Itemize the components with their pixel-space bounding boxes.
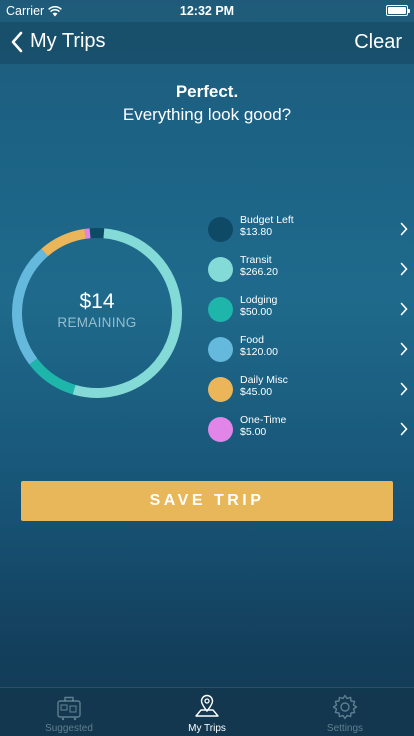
- legend-label: Transit: [240, 254, 272, 266]
- donut-center: $14 REMAINING: [10, 290, 184, 330]
- chevron-right-icon: [400, 422, 408, 436]
- tab-suggested[interactable]: Suggested: [0, 688, 138, 736]
- color-swatch: [208, 337, 233, 362]
- color-swatch: [208, 297, 233, 322]
- tab-bar: Suggested My Trips Settings: [0, 687, 414, 736]
- tab-label: My Trips: [188, 723, 226, 734]
- chevron-right-icon: [400, 382, 408, 396]
- gear-icon: [332, 694, 358, 720]
- legend-label: One-Time: [240, 414, 287, 426]
- map-pin-icon: [195, 694, 219, 717]
- luggage-icon: [57, 696, 81, 721]
- status-bar: Carrier 12:32 PM: [0, 0, 414, 22]
- clear-button[interactable]: Clear: [354, 31, 402, 54]
- legend-value: $5.00: [240, 426, 267, 438]
- color-swatch: [208, 217, 233, 242]
- color-swatch: [208, 417, 233, 442]
- legend-value: $45.00: [240, 386, 273, 398]
- chevron-left-icon: [11, 31, 23, 52]
- heading-title: Perfect.: [175, 82, 239, 101]
- chevron-right-icon: [400, 342, 408, 356]
- status-time: 12:32 PM: [179, 4, 235, 18]
- save-trip-button[interactable]: SAVE TRIP: [21, 481, 393, 521]
- tab-label: Settings: [326, 723, 364, 734]
- legend-item-daily-misc[interactable]: Daily Misc $45.00: [206, 372, 414, 412]
- legend-item-lodging[interactable]: Lodging $50.00: [206, 292, 414, 332]
- legend-item-budget-left[interactable]: Budget Left $13.80: [206, 212, 414, 252]
- legend-value: $266.20: [240, 266, 278, 278]
- battery-icon: [386, 5, 410, 16]
- remaining-amount: $14: [79, 290, 115, 313]
- budget-legend: Budget Left $13.80 Transit $266.20 Lodgi…: [206, 212, 414, 452]
- tab-label: Suggested: [45, 723, 93, 734]
- legend-item-food[interactable]: Food $120.00: [206, 332, 414, 372]
- legend-item-one-time[interactable]: One-Time $5.00: [206, 412, 414, 452]
- tab-my-trips[interactable]: My Trips: [138, 688, 276, 736]
- color-swatch: [208, 257, 233, 282]
- legend-label: Food: [240, 334, 264, 346]
- chevron-right-icon: [400, 222, 408, 236]
- chevron-right-icon: [400, 302, 408, 316]
- chevron-right-icon: [400, 262, 408, 276]
- legend-value: $50.00: [240, 306, 273, 318]
- color-swatch: [208, 377, 233, 402]
- heading-subtitle: Everything look good?: [122, 105, 292, 124]
- legend-item-transit[interactable]: Transit $266.20: [206, 252, 414, 292]
- legend-label: Daily Misc: [240, 374, 288, 386]
- legend-value: $13.80: [240, 226, 273, 238]
- remaining-label: REMAINING: [57, 315, 137, 330]
- back-button-label: My Trips: [30, 30, 106, 52]
- budget-donut-chart: $14 REMAINING: [10, 226, 184, 400]
- legend-value: $120.00: [240, 346, 278, 358]
- legend-label: Lodging: [240, 294, 278, 306]
- back-button[interactable]: My Trips: [10, 30, 106, 53]
- page-heading: Perfect. Everything look good?: [0, 82, 414, 128]
- legend-label: Budget Left: [240, 214, 294, 226]
- tab-settings[interactable]: Settings: [276, 688, 414, 736]
- nav-bar: My Trips Clear: [0, 22, 414, 64]
